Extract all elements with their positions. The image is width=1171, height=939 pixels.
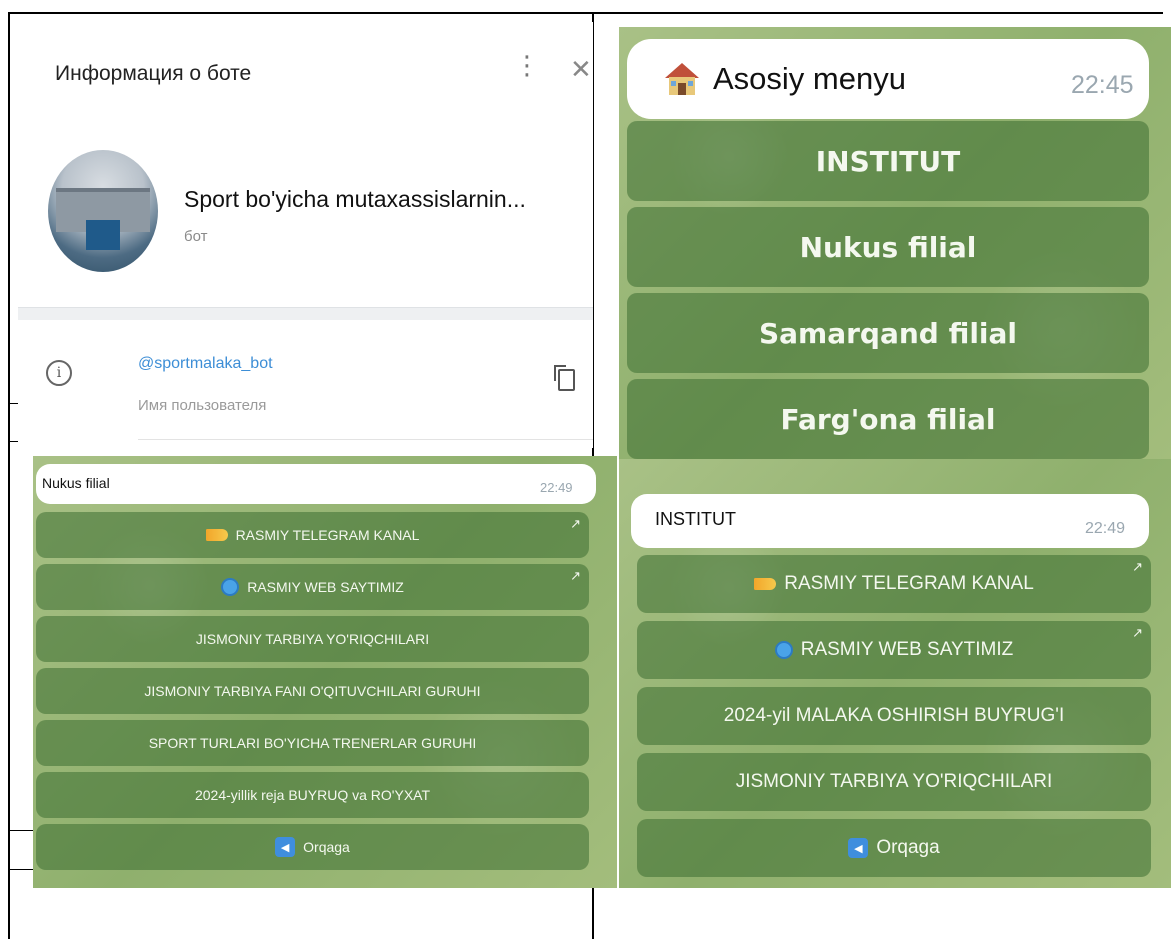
keyboard-button-institut[interactable]: INSTITUT bbox=[627, 121, 1149, 201]
bot-type: бот bbox=[184, 228, 208, 245]
bot-username[interactable]: @sportmalaka_bot bbox=[138, 355, 273, 373]
external-link-icon: ↗ bbox=[570, 516, 581, 531]
button-label: Samarqand filial bbox=[758, 316, 1018, 350]
keyboard-button-telegram-channel[interactable]: RASMIY TELEGRAM KANAL ↗ bbox=[36, 512, 589, 558]
button-label: INSTITUT bbox=[815, 144, 961, 178]
message-bubble: Asosiy menyu 22:45 bbox=[627, 39, 1149, 119]
bot-info-panel: Информация о боте ⋮ ✕ Sport bo'yicha mut… bbox=[18, 22, 593, 448]
more-vertical-icon[interactable]: ⋮ bbox=[514, 52, 540, 78]
megaphone-icon bbox=[754, 578, 777, 590]
table-divider-h4 bbox=[8, 869, 36, 870]
keyboard-button-plan-order[interactable]: 2024-yillik reja BUYRUQ va RO'YXAT bbox=[36, 772, 589, 818]
globe-icon bbox=[774, 641, 793, 659]
keyboard-button-telegram-channel[interactable]: RASMIY TELEGRAM KANAL ↗ bbox=[637, 555, 1151, 613]
external-link-icon: ↗ bbox=[1132, 625, 1143, 640]
button-label: 2024-yillik reja BUYRUQ va RO'YXAT bbox=[194, 787, 431, 803]
globe-icon bbox=[221, 578, 240, 596]
keyboard-button-samarqand[interactable]: Samarqand filial bbox=[627, 293, 1149, 373]
message-text: INSTITUT bbox=[655, 509, 736, 529]
button-label: Nukus filial bbox=[799, 230, 977, 264]
button-label: Orqaga bbox=[303, 839, 350, 855]
table-border-left bbox=[8, 12, 10, 939]
keyboard-button-coaches-group[interactable]: SPORT TURLARI BO'YICHA TRENERLAR GURUHI bbox=[36, 720, 589, 766]
username-label: Имя пользователя bbox=[138, 397, 267, 414]
close-icon[interactable]: ✕ bbox=[570, 56, 592, 82]
external-link-icon: ↗ bbox=[1132, 559, 1143, 574]
message-bubble: Nukus filial 22:49 bbox=[36, 464, 596, 504]
back-arrow-icon: ◀ bbox=[275, 837, 296, 857]
megaphone-icon bbox=[205, 529, 228, 541]
button-label: RASMIY WEB SAYTIMIZ bbox=[800, 639, 1014, 660]
info-icon: i bbox=[46, 360, 72, 386]
button-label: RASMIY WEB SAYTIMIZ bbox=[247, 579, 404, 595]
button-label: 2024-yil MALAKA OSHIRISH BUYRUG'I bbox=[723, 705, 1065, 726]
message-text: Nukus filial bbox=[42, 475, 110, 491]
button-label: JISMONIY TARBIYA YO'RIQCHILARI bbox=[195, 631, 430, 647]
avatar[interactable] bbox=[48, 150, 158, 272]
button-label: JISMONIY TARBIYA FANI O'QITUVCHILARI GUR… bbox=[144, 683, 481, 699]
panel-title: Информация о боте bbox=[55, 62, 252, 85]
external-link-icon: ↗ bbox=[570, 568, 581, 583]
message-bubble: INSTITUT 22:49 bbox=[631, 494, 1149, 548]
institut-chat: INSTITUT 22:49 RASMIY TELEGRAM KANAL ↗ RA… bbox=[619, 459, 1171, 888]
button-label: SPORT TURLARI BO'YICHA TRENERLAR GURUHI bbox=[148, 735, 477, 751]
keyboard-button-training-order[interactable]: 2024-yil MALAKA OSHIRISH BUYRUG'I bbox=[637, 687, 1151, 745]
keyboard-button-fargona[interactable]: Farg'ona filial bbox=[627, 379, 1149, 459]
back-arrow-icon: ◀ bbox=[848, 838, 869, 858]
keyboard-button-back[interactable]: ◀ Orqaga bbox=[637, 819, 1151, 877]
copy-icon[interactable] bbox=[554, 365, 575, 391]
message-time: 22:49 bbox=[540, 480, 573, 495]
message-text: Asosiy menyu bbox=[713, 61, 906, 96]
table-divider-h3 bbox=[8, 830, 36, 831]
bot-name: Sport bo'yicha mutaxassislarnin... bbox=[184, 186, 526, 212]
button-label: RASMIY TELEGRAM KANAL bbox=[784, 573, 1034, 594]
main-menu-chat: Asosiy menyu 22:45 INSTITUT Nukus filial… bbox=[619, 27, 1171, 459]
nukus-chat: Nukus filial 22:49 RASMIY TELEGRAM KANAL… bbox=[33, 456, 617, 888]
row-divider bbox=[138, 439, 593, 440]
message-time: 22:45 bbox=[1071, 71, 1134, 99]
keyboard-button-instructors[interactable]: JISMONIY TARBIYA YO'RIQCHILARI bbox=[36, 616, 589, 662]
button-label: Orqaga bbox=[876, 837, 940, 858]
message-time: 22:49 bbox=[1085, 520, 1126, 537]
keyboard-button-website[interactable]: RASMIY WEB SAYTIMIZ ↗ bbox=[36, 564, 589, 610]
entrance-image bbox=[86, 220, 120, 250]
button-label: RASMIY TELEGRAM KANAL bbox=[235, 527, 420, 543]
button-label: JISMONIY TARBIYA YO'RIQCHILARI bbox=[735, 771, 1053, 792]
keyboard-button-website[interactable]: RASMIY WEB SAYTIMIZ ↗ bbox=[637, 621, 1151, 679]
house-icon bbox=[665, 63, 699, 95]
table-border-top bbox=[8, 12, 1163, 14]
keyboard-button-back[interactable]: ◀ Orqaga bbox=[36, 824, 589, 870]
button-label: Farg'ona filial bbox=[780, 402, 996, 436]
keyboard-button-teachers-group[interactable]: JISMONIY TARBIYA FANI O'QITUVCHILARI GUR… bbox=[36, 668, 589, 714]
keyboard-button-instructors[interactable]: JISMONIY TARBIYA YO'RIQCHILARI bbox=[637, 753, 1151, 811]
keyboard-button-nukus[interactable]: Nukus filial bbox=[627, 207, 1149, 287]
section-divider bbox=[18, 307, 593, 320]
